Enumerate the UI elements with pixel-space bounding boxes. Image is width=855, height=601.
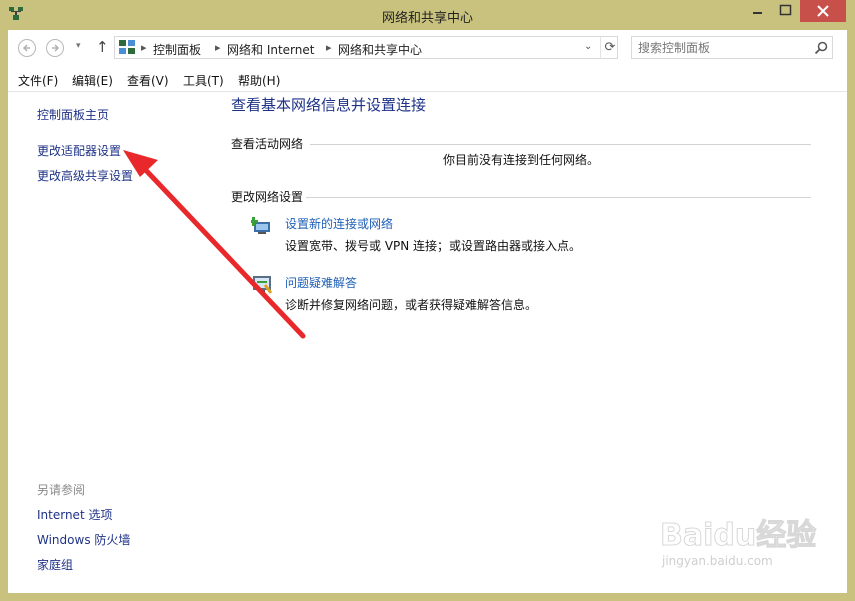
breadcrumb-control-panel[interactable]: 控制面板 bbox=[153, 41, 201, 58]
up-arrow-button[interactable]: ↑ bbox=[96, 38, 109, 56]
minimize-button[interactable] bbox=[744, 0, 771, 22]
close-icon bbox=[817, 5, 829, 17]
menu-file[interactable]: 文件(F) bbox=[18, 72, 58, 89]
menu-edit[interactable]: 编辑(E) bbox=[72, 72, 113, 89]
menu-view[interactable]: 查看(V) bbox=[127, 72, 169, 89]
menu-tools[interactable]: 工具(T) bbox=[183, 72, 224, 89]
sidebar-link-control-panel-home[interactable]: 控制面板主页 bbox=[37, 106, 109, 123]
troubleshoot-icon bbox=[253, 276, 273, 294]
search-icon[interactable] bbox=[813, 40, 829, 56]
maximize-button[interactable] bbox=[772, 0, 799, 22]
menu-help[interactable]: 帮助(H) bbox=[238, 72, 280, 89]
page-title: 查看基本网络信息并设置连接 bbox=[231, 96, 427, 114]
sidebar-link-change-adapter-settings[interactable]: 更改适配器设置 bbox=[37, 142, 121, 159]
maximize-icon bbox=[779, 4, 792, 16]
forward-button[interactable] bbox=[46, 39, 64, 57]
see-also-windows-firewall[interactable]: Windows 防火墙 bbox=[37, 531, 130, 548]
section-divider bbox=[306, 197, 811, 198]
sidebar-link-change-advanced-sharing[interactable]: 更改高级共享设置 bbox=[37, 167, 133, 184]
see-also-internet-options[interactable]: Internet 选项 bbox=[37, 506, 112, 523]
baidu-watermark: Baidu经验 jingyan.baidu.com bbox=[650, 510, 820, 580]
forward-arrow-icon bbox=[52, 44, 60, 52]
section-divider bbox=[310, 144, 811, 145]
search-input[interactable] bbox=[638, 39, 808, 56]
menu-bar: 文件(F) 编辑(E) 查看(V) 工具(T) 帮助(H) bbox=[8, 66, 847, 92]
title-bar: 网络和共享中心 bbox=[0, 0, 855, 30]
control-panel-icon bbox=[119, 40, 135, 54]
address-dropdown-icon[interactable]: ⌄ bbox=[584, 41, 592, 52]
breadcrumb-separator-icon: ▸ bbox=[141, 41, 147, 54]
breadcrumb-network-internet[interactable]: 网络和 Internet bbox=[227, 41, 314, 58]
breadcrumb-separator-icon[interactable]: ▸ bbox=[215, 41, 221, 54]
no-connection-status: 你目前没有连接到任何网络。 bbox=[443, 153, 600, 167]
troubleshoot-link[interactable]: 问题疑难解答 bbox=[285, 274, 357, 291]
network-setup-icon bbox=[251, 217, 270, 234]
see-also-homegroup[interactable]: 家庭组 bbox=[37, 556, 73, 573]
minimize-icon bbox=[753, 12, 762, 14]
breadcrumb-separator-icon[interactable]: ▸ bbox=[326, 41, 332, 54]
see-also-label: 另请参阅 bbox=[37, 483, 86, 497]
address-toolbar: ▾ ↑ ▸ 控制面板 ▸ 网络和 Internet ▸ 网络和共享中心 ⌄ ⟳ bbox=[8, 30, 847, 66]
setup-new-connection-link[interactable]: 设置新的连接或网络 bbox=[285, 215, 393, 232]
watermark-url: jingyan.baidu.com bbox=[662, 554, 773, 568]
breadcrumb-network-sharing-center[interactable]: 网络和共享中心 bbox=[338, 41, 422, 58]
address-box[interactable]: ▸ 控制面板 ▸ 网络和 Internet ▸ 网络和共享中心 ⌄ ⟳ bbox=[114, 36, 618, 59]
troubleshoot-desc: 诊断并修复网络问题，或者获得疑难解答信息。 bbox=[285, 298, 538, 312]
recent-locations-dropdown-icon[interactable]: ▾ bbox=[76, 41, 81, 51]
window-title: 网络和共享中心 bbox=[381, 11, 473, 26]
refresh-button[interactable]: ⟳ bbox=[600, 37, 619, 58]
setup-new-connection-desc: 设置宽带、拨号或 VPN 连接；或设置路由器或接入点。 bbox=[285, 239, 582, 253]
search-box[interactable] bbox=[631, 36, 833, 59]
close-button[interactable] bbox=[800, 0, 846, 22]
active-networks-heading: 查看活动网络 bbox=[231, 137, 304, 151]
back-arrow-icon bbox=[22, 44, 30, 52]
watermark-brand: Baidu经验 bbox=[659, 518, 817, 554]
change-settings-heading: 更改网络设置 bbox=[231, 190, 304, 204]
window: 网络和共享中心 ▾ ↑ ▸ 控制面板 ▸ 网络和 Internet ▸ 网络和共… bbox=[0, 0, 855, 601]
back-button[interactable] bbox=[18, 39, 36, 57]
